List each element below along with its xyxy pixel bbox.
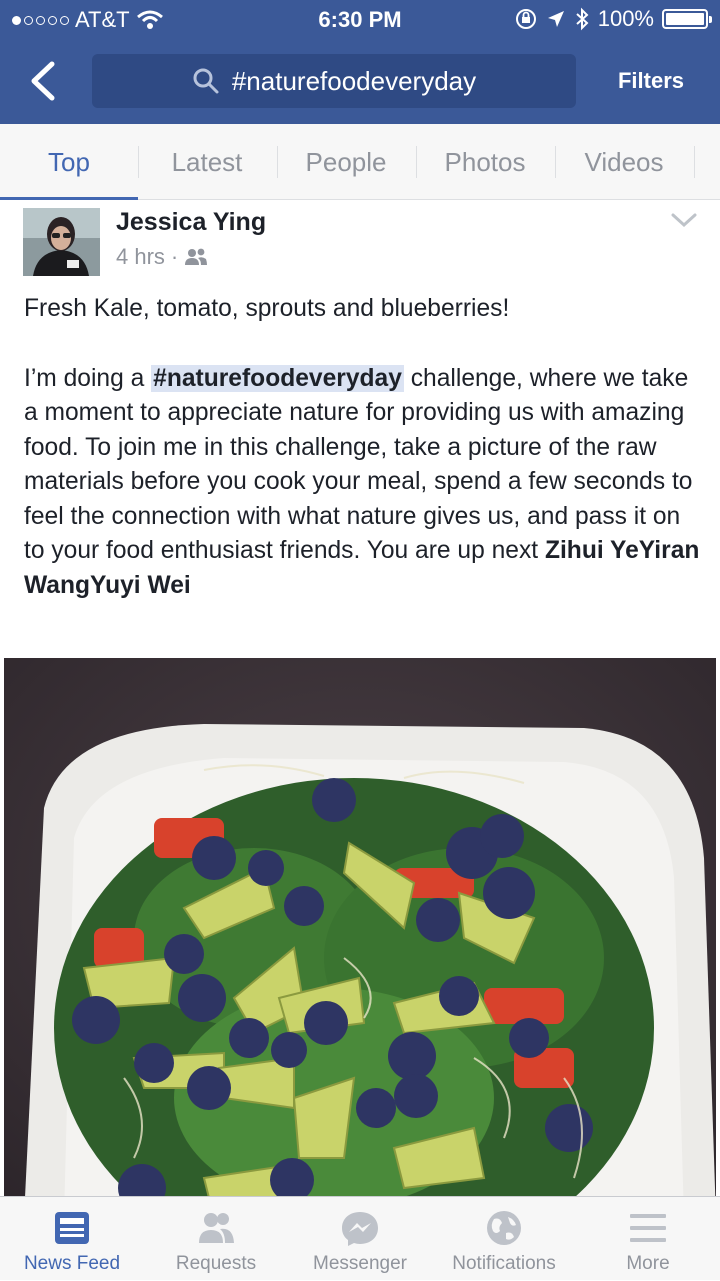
tab-videos[interactable]: Videos	[555, 124, 693, 200]
feed-post: Jessica Ying 4 hrs · Fresh Kale, tomato,…	[0, 200, 720, 1196]
avatar[interactable]	[23, 208, 100, 276]
tab-photos[interactable]: Photos	[416, 124, 554, 200]
post-text: Fresh Kale, tomato, sprouts and blueberr…	[24, 292, 704, 603]
filters-button[interactable]: Filters	[618, 68, 684, 94]
nav-label: More	[626, 1253, 670, 1274]
app-header: AT&T 6:30 PM 100% #naturefoodeveryday Fi…	[0, 0, 720, 124]
search-query-text: #naturefoodeveryday	[231, 65, 477, 96]
menu-icon	[630, 1214, 666, 1242]
post-text-line-1: Fresh Kale, tomato, sprouts and blueberr…	[24, 295, 510, 322]
tab-latest[interactable]: Latest	[138, 124, 276, 200]
nav-messenger[interactable]: Messenger	[288, 1197, 432, 1281]
nav-label: Requests	[175, 1253, 257, 1274]
nav-requests[interactable]: Requests	[144, 1197, 288, 1281]
post-text-body: challenge, where we take a moment to app…	[24, 364, 693, 565]
location-arrow-icon	[547, 11, 564, 27]
globe-icon	[487, 1211, 521, 1245]
search-bar[interactable]: #naturefoodeveryday	[92, 54, 576, 108]
post-text-intro: I’m doing a	[24, 364, 152, 392]
tab-people[interactable]: People	[277, 124, 415, 200]
tab-top[interactable]: Top	[0, 124, 138, 201]
battery-icon	[662, 9, 712, 29]
nav-label: Messenger	[313, 1253, 407, 1274]
post-photo[interactable]	[4, 658, 716, 1196]
tagged-friend-3[interactable]: Yuyi Wei	[90, 572, 191, 599]
tagged-friend-1[interactable]: Zihui Ye	[545, 537, 639, 564]
meta-separator: ·	[170, 244, 179, 269]
bottom-navigation: News Feed Requests Messenger Notificatio…	[0, 1196, 720, 1280]
bluetooth-icon	[576, 7, 589, 31]
hashtag-link[interactable]: #naturefoodeveryday	[151, 364, 404, 392]
search-result-tabs: Top Latest People Photos Videos	[0, 124, 720, 201]
messenger-icon	[342, 1212, 378, 1246]
nav-label: News Feed	[23, 1253, 121, 1274]
post-text-paragraph: I’m doing a #naturefoodeveryday challeng…	[24, 362, 704, 604]
search-icon	[193, 68, 219, 94]
chevron-down-icon[interactable]	[670, 210, 698, 230]
status-bar: AT&T 6:30 PM 100%	[0, 0, 720, 40]
friends-audience-icon[interactable]	[184, 247, 208, 267]
back-arrow-icon[interactable]	[22, 56, 66, 106]
nav-more[interactable]: More	[576, 1197, 720, 1281]
friend-requests-icon	[199, 1213, 234, 1243]
news-feed-icon	[55, 1212, 89, 1244]
post-author-name[interactable]: Jessica Ying	[116, 208, 266, 237]
nav-label: Notifications	[452, 1253, 556, 1274]
nav-news-feed[interactable]: News Feed	[0, 1197, 144, 1281]
battery-percent: 100%	[597, 6, 654, 31]
post-timestamp[interactable]: 4 hrs	[116, 244, 165, 270]
nav-notifications[interactable]: Notifications	[432, 1197, 576, 1281]
post-meta: 4 hrs ·	[116, 244, 208, 270]
rotation-lock-icon	[515, 9, 536, 29]
status-right: 100%	[514, 6, 712, 32]
